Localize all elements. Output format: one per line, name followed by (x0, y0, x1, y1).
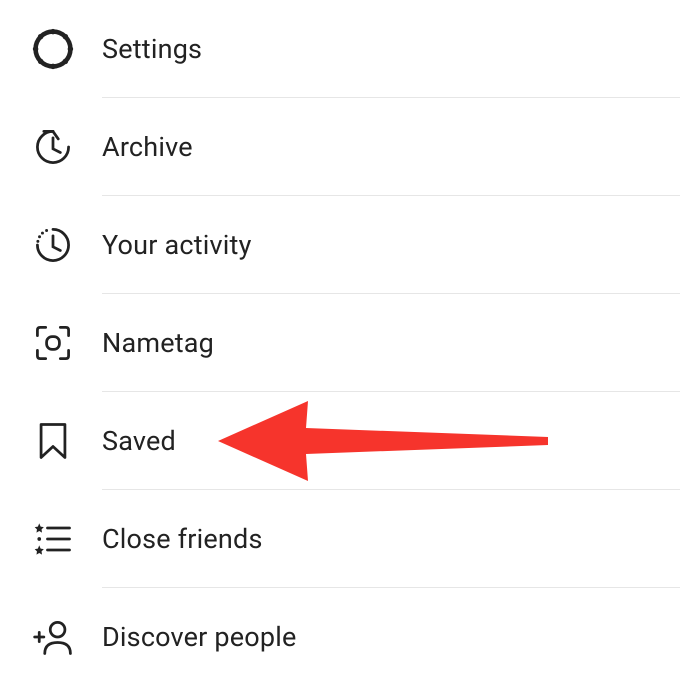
menu-label: Discover people (102, 621, 297, 653)
gear-icon (28, 24, 78, 74)
archive-icon (28, 122, 78, 172)
menu-item-saved[interactable]: Saved (0, 392, 680, 490)
menu-item-archive[interactable]: Archive (0, 98, 680, 196)
menu-label: Settings (102, 33, 202, 65)
menu-label: Your activity (102, 229, 252, 261)
menu-item-settings[interactable]: Settings (0, 0, 680, 98)
menu-label: Archive (102, 131, 193, 163)
settings-menu-list: Settings Archive Your activity (0, 0, 680, 686)
menu-item-close-friends[interactable]: Close friends (0, 490, 680, 588)
menu-label: Nametag (102, 327, 214, 359)
bookmark-icon (28, 416, 78, 466)
nametag-icon (28, 318, 78, 368)
menu-label: Saved (102, 425, 176, 457)
menu-item-nametag[interactable]: Nametag (0, 294, 680, 392)
close-friends-icon (28, 514, 78, 564)
menu-label: Close friends (102, 523, 263, 555)
menu-item-your-activity[interactable]: Your activity (0, 196, 680, 294)
menu-item-discover-people[interactable]: Discover people (0, 588, 680, 686)
activity-icon (28, 220, 78, 270)
discover-people-icon (28, 612, 78, 662)
